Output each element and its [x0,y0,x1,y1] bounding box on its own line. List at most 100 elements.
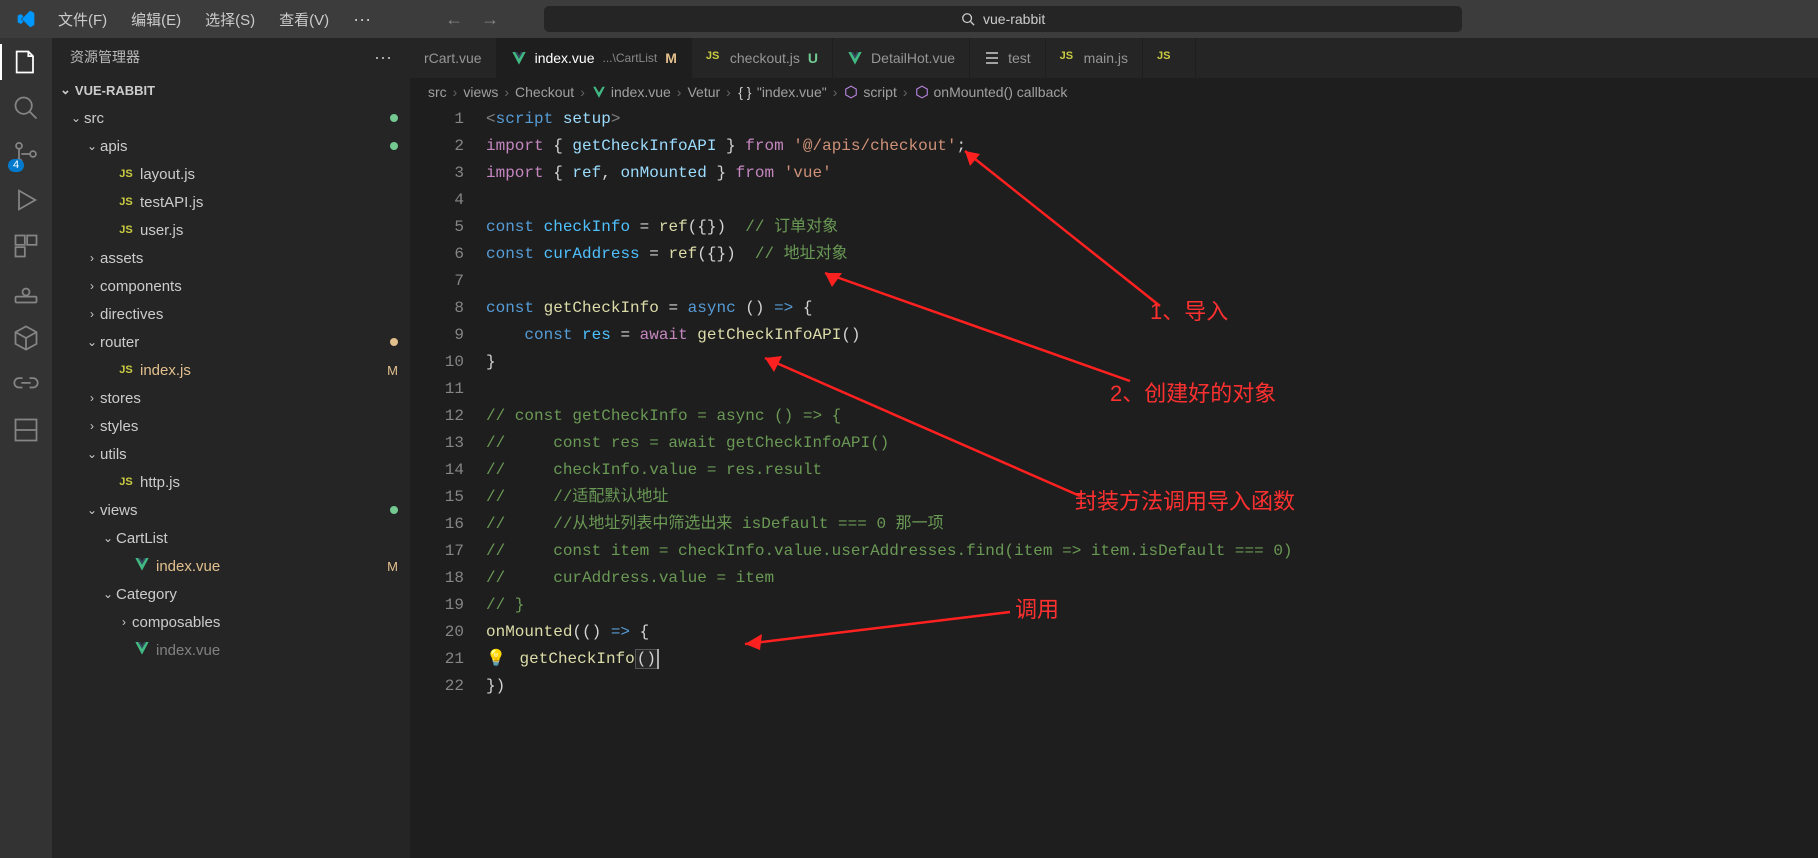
code-line[interactable]: const checkInfo = ref({}) // 订单对象 [486,214,1818,241]
tree-folder[interactable]: ⌄apis [52,132,410,160]
code-line[interactable]: // checkInfo.value = res.result [486,457,1818,484]
vue-file-icon [132,640,152,660]
lightbulb-icon[interactable]: 💡 [486,650,506,668]
tree-folder[interactable]: ⌄views [52,496,410,524]
editor-tab[interactable]: test [970,38,1046,78]
chevron-right-icon: › [84,307,100,321]
activity-layout-icon[interactable] [12,416,40,444]
js-file-icon: JS [116,476,136,488]
chevron-right-icon: › [84,419,100,433]
tree-folder[interactable]: ›styles [52,412,410,440]
tree-file[interactable]: index.vue [52,636,410,664]
code-line[interactable]: // } [486,592,1818,619]
search-icon [961,12,975,26]
editor-tab[interactable]: JS [1143,38,1196,78]
code-line[interactable] [486,187,1818,214]
tree-folder[interactable]: ⌄src [52,104,410,132]
code-line[interactable] [486,268,1818,295]
vue-file-icon [591,84,607,100]
code-line[interactable]: // const getCheckInfo = async () => { [486,403,1818,430]
breadcrumb-item[interactable]: Vetur [687,84,720,100]
activity-extensions-icon[interactable] [12,232,40,260]
menu-view[interactable]: 查看(V) [269,5,339,34]
text-cursor [657,649,659,669]
nav-forward-icon[interactable]: → [481,9,499,30]
editor-tab[interactable]: JSmain.js [1046,38,1143,78]
tree-item-label: http.js [140,474,398,491]
tree-folder[interactable]: ⌄router [52,328,410,356]
breadcrumb-item[interactable]: src [428,84,447,100]
editor-tab[interactable]: DetailHot.vue [833,38,970,78]
sidebar-more-icon[interactable]: ··· [374,47,392,68]
code-line[interactable] [486,376,1818,403]
code-line[interactable]: }) [486,673,1818,700]
cube-icon [914,84,930,100]
tree-file[interactable]: JS http.js [52,468,410,496]
code-line[interactable]: <script setup> [486,106,1818,133]
menu-select[interactable]: 选择(S) [195,5,265,34]
editor-tab[interactable]: JScheckout.jsU [692,38,833,78]
breadcrumb-item[interactable]: index.vue [591,84,671,100]
tree-file[interactable]: JSindex.jsM [52,356,410,384]
tree-file[interactable]: JSuser.js [52,216,410,244]
untracked-dot [390,142,398,150]
tree-item-label: views [100,502,390,519]
code-line[interactable]: const getCheckInfo = async () => { [486,295,1818,322]
project-header[interactable]: ⌄ VUE-RABBIT [52,76,410,104]
activity-debug-icon[interactable] [12,186,40,214]
code-line[interactable]: const res = await getCheckInfoAPI() [486,322,1818,349]
breadcrumb-item[interactable]: onMounted() callback [914,84,1068,100]
cube-icon [843,84,859,100]
menu-edit[interactable]: 编辑(E) [121,5,191,34]
activity-search-icon[interactable] [12,94,40,122]
tree-folder[interactable]: ›stores [52,384,410,412]
code-line[interactable]: // //适配默认地址 [486,484,1818,511]
breadcrumb-item[interactable]: Checkout [515,84,574,100]
code-line[interactable]: // //从地址列表中筛选出来 isDefault === 0 那一项 [486,511,1818,538]
code-line[interactable]: 💡 getCheckInfo() [486,646,1818,673]
line-number: 8 [410,295,464,322]
menu-file[interactable]: 文件(F) [48,5,117,34]
tree-folder[interactable]: ⌄Category [52,580,410,608]
activity-explorer-icon[interactable] [12,48,40,76]
editor-tab[interactable]: index.vue...\CartListM [497,38,692,78]
tree-folder[interactable]: ›components [52,272,410,300]
code-content[interactable]: <script setup>import { getCheckInfoAPI }… [486,106,1818,858]
nav-back-icon[interactable]: ← [445,9,463,30]
code-line[interactable]: // const res = await getCheckInfoAPI() [486,430,1818,457]
tree-file[interactable]: JStestAPI.js [52,188,410,216]
code-line[interactable]: onMounted(() => { [486,619,1818,646]
code-line[interactable]: // const item = checkInfo.value.userAddr… [486,538,1818,565]
activity-cube-icon[interactable] [12,324,40,352]
tree-file[interactable]: JSlayout.js [52,160,410,188]
tab-label: main.js [1084,50,1128,66]
breadcrumb-item[interactable]: script [843,84,896,100]
code-line[interactable]: import { ref, onMounted } from 'vue' [486,160,1818,187]
tree-folder[interactable]: ›assets [52,244,410,272]
tree-folder[interactable]: ›composables [52,608,410,636]
breadcrumb-label: views [463,84,498,100]
activity-link-icon[interactable] [12,370,40,398]
breadcrumb-separator: › [580,84,585,100]
tree-item-label: stores [100,390,398,407]
tree-folder[interactable]: ⌄CartList [52,524,410,552]
editor-tab[interactable]: rCart.vue [410,38,497,78]
code-line[interactable]: const curAddress = ref({}) // 地址对象 [486,241,1818,268]
command-center[interactable]: vue-rabbit [543,5,1463,33]
breadcrumb-item[interactable]: { }"index.vue" [737,84,827,100]
tree-folder[interactable]: ›directives [52,300,410,328]
menu-more[interactable]: ··· [343,5,381,34]
code-editor[interactable]: 12345678910111213141516171819202122 <scr… [410,106,1818,858]
code-line[interactable]: // curAddress.value = item [486,565,1818,592]
activity-remote-icon[interactable] [12,278,40,306]
status-letter: M [387,559,398,574]
editor-area: rCart.vueindex.vue...\CartListMJScheckou… [410,38,1818,858]
tree-item-label: Category [116,586,398,603]
tree-file[interactable]: index.vueM [52,552,410,580]
activity-source-control-icon[interactable]: 4 [12,140,40,168]
line-number: 11 [410,376,464,403]
code-line[interactable]: } [486,349,1818,376]
breadcrumb-item[interactable]: views [463,84,498,100]
code-line[interactable]: import { getCheckInfoAPI } from '@/apis/… [486,133,1818,160]
tree-folder[interactable]: ⌄utils [52,440,410,468]
